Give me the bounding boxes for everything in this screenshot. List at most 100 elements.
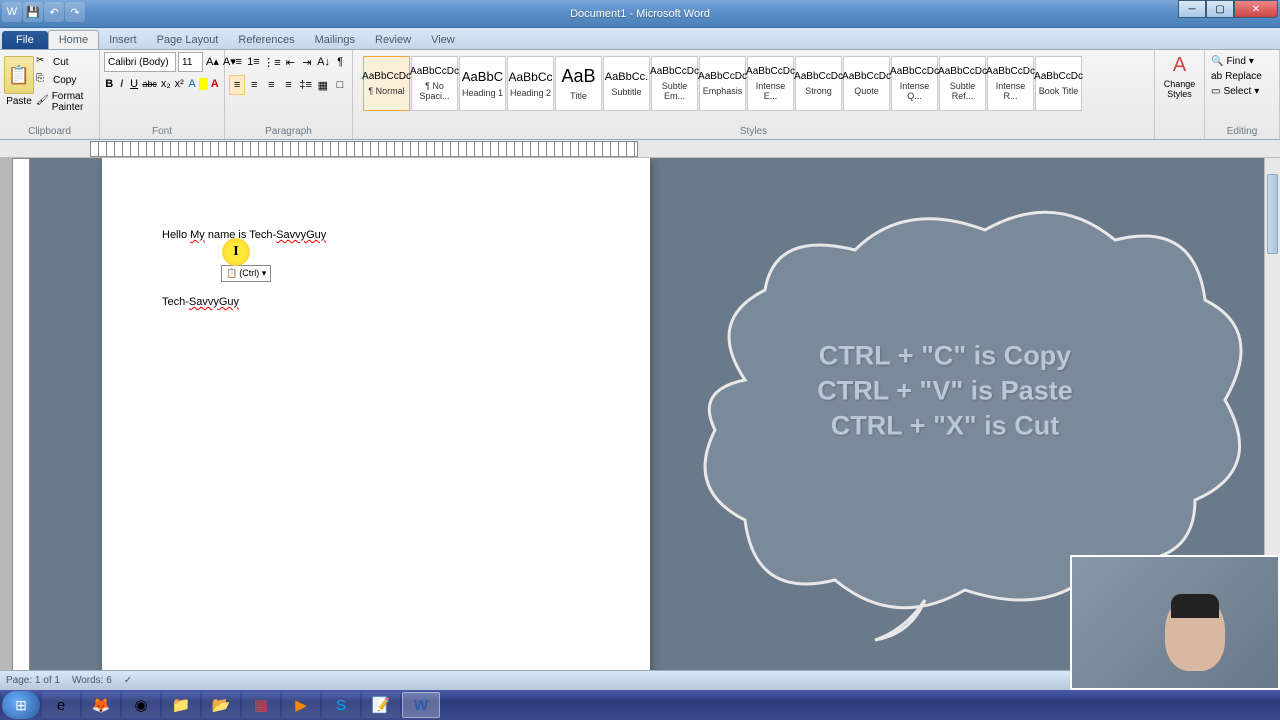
paste-button[interactable]: 📋 Paste (4, 52, 34, 137)
close-button[interactable]: ✕ (1234, 0, 1278, 18)
paste-options-button[interactable]: 📋 (Ctrl) ▾ (221, 265, 271, 282)
change-styles-icon: A (1173, 54, 1186, 77)
change-styles-group[interactable]: A Change Styles (1155, 50, 1205, 139)
cut-button[interactable]: ✂Cut (34, 54, 95, 70)
grow-font-button[interactable]: A▴ (205, 52, 220, 70)
numbering-button[interactable]: 1≡ (246, 52, 262, 72)
style-intense-e---[interactable]: AaBbCcDcIntense E... (747, 56, 794, 111)
change-styles-label: Change Styles (1159, 79, 1200, 99)
align-left-button[interactable]: ≡ (229, 75, 245, 95)
maximize-button[interactable]: ▢ (1206, 0, 1234, 18)
justify-button[interactable]: ≡ (280, 75, 296, 95)
style-preview: AaBbCcDc (650, 66, 699, 77)
superscript-button[interactable]: x² (174, 75, 185, 93)
undo-button[interactable]: ↶ (44, 2, 64, 22)
proofing-icon[interactable]: ✓ (124, 675, 132, 686)
style-heading-1[interactable]: AaBbCHeading 1 (459, 56, 506, 111)
styles-group-label: Styles (353, 126, 1154, 137)
find-button[interactable]: 🔍Find ▾ (1209, 54, 1275, 69)
view-tab[interactable]: View (421, 31, 465, 49)
text-effects-button[interactable]: A (187, 75, 197, 93)
references-tab[interactable]: References (228, 31, 304, 49)
skype-icon[interactable]: S (322, 692, 360, 718)
firefox-icon[interactable]: 🦊 (82, 692, 120, 718)
decrease-indent-button[interactable]: ⇤ (283, 52, 299, 72)
style-heading-2[interactable]: AaBbCcHeading 2 (507, 56, 554, 111)
style-intense-r---[interactable]: AaBbCcDcIntense R... (987, 56, 1034, 111)
style-strong[interactable]: AaBbCcDcStrong (795, 56, 842, 111)
select-icon: ▭ (1211, 86, 1220, 97)
strike-button[interactable]: abc (141, 75, 158, 93)
scroll-thumb[interactable] (1267, 174, 1278, 254)
text-spell-error: My (190, 229, 205, 241)
align-right-button[interactable]: ≡ (263, 75, 279, 95)
select-button[interactable]: ▭Select ▾ (1209, 84, 1275, 99)
bold-button[interactable]: B (104, 75, 114, 93)
format-painter-button[interactable]: 🖌Format Painter (34, 90, 95, 114)
word-count[interactable]: Words: 6 (72, 675, 112, 686)
page-indicator[interactable]: Page: 1 of 1 (6, 675, 60, 686)
webcam-overlay (1070, 555, 1280, 690)
word-icon[interactable]: W (2, 2, 22, 22)
style-preview: AaBbCcDc (842, 71, 891, 82)
clipboard-icon: 📋 (226, 268, 237, 279)
style-preview: AaBbCcDc (1034, 71, 1083, 82)
increase-indent-button[interactable]: ⇥ (299, 52, 315, 72)
italic-button[interactable]: I (116, 75, 126, 93)
vertical-ruler[interactable] (12, 158, 30, 684)
highlight-button[interactable] (199, 78, 207, 90)
media-icon[interactable]: ▶ (282, 692, 320, 718)
style-subtle-ref---[interactable]: AaBbCcDcSubtle Ref... (939, 56, 986, 111)
sort-button[interactable]: A↓ (316, 52, 332, 72)
show-marks-button[interactable]: ¶ (332, 52, 348, 72)
folder-icon[interactable]: 📂 (202, 692, 240, 718)
mailings-tab[interactable]: Mailings (305, 31, 365, 49)
style-subtitle[interactable]: AaBbCc.Subtitle (603, 56, 650, 111)
review-tab[interactable]: Review (365, 31, 421, 49)
line-spacing-button[interactable]: ‡≡ (298, 75, 314, 95)
save-button[interactable]: 💾 (23, 2, 43, 22)
redo-button[interactable]: ↷ (65, 2, 85, 22)
font-size-select[interactable] (178, 52, 203, 72)
find-icon: 🔍 (1211, 56, 1223, 67)
style-preview: AaBbCcDc (794, 71, 843, 82)
style-subtle-em---[interactable]: AaBbCcDcSubtle Em... (651, 56, 698, 111)
underline-button[interactable]: U (129, 75, 139, 93)
horizontal-ruler[interactable] (90, 141, 638, 157)
start-button[interactable]: ⊞ (2, 691, 40, 719)
subscript-button[interactable]: x₂ (160, 75, 172, 93)
style-name: Subtitle (611, 87, 641, 97)
style-name: Intense R... (988, 81, 1033, 101)
style---no-spaci---[interactable]: AaBbCcDc¶ No Spaci... (411, 56, 458, 111)
style-emphasis[interactable]: AaBbCcDcEmphasis (699, 56, 746, 111)
doc-line-2[interactable]: Tech-SavvyGuy (162, 295, 590, 308)
app-icon-2[interactable]: 📝 (362, 692, 400, 718)
replace-button[interactable]: abReplace (1209, 69, 1275, 84)
font-family-select[interactable] (104, 52, 176, 72)
style-book-title[interactable]: AaBbCcDcBook Title (1035, 56, 1082, 111)
home-tab[interactable]: Home (48, 30, 99, 49)
style-quote[interactable]: AaBbCcDcQuote (843, 56, 890, 111)
shading-button[interactable]: ▦ (315, 75, 331, 95)
bullets-button[interactable]: •≡ (229, 52, 245, 72)
style---normal[interactable]: AaBbCcDc¶ Normal (363, 56, 410, 111)
document-page[interactable]: Hello My name is Tech-SavvyGuy Tech-Savv… (102, 158, 650, 684)
explorer-icon[interactable]: 📁 (162, 692, 200, 718)
page-layout-tab[interactable]: Page Layout (147, 31, 229, 49)
style-intense-q---[interactable]: AaBbCcDcIntense Q... (891, 56, 938, 111)
insert-tab[interactable]: Insert (99, 31, 147, 49)
copy-button[interactable]: ⎘Copy (34, 72, 95, 88)
align-center-button[interactable]: ≡ (246, 75, 262, 95)
chrome-icon[interactable]: ◉ (122, 692, 160, 718)
app-icon-1[interactable]: ▦ (242, 692, 280, 718)
font-color-button[interactable]: A (210, 75, 220, 93)
file-tab[interactable]: File (2, 31, 48, 49)
find-label: Find (1226, 56, 1245, 67)
word-taskbar-icon[interactable]: W (402, 692, 440, 718)
multilevel-button[interactable]: ⋮≡ (262, 52, 281, 72)
style-title[interactable]: AaBTitle (555, 56, 602, 111)
minimize-button[interactable]: ─ (1178, 0, 1206, 18)
ie-icon[interactable]: e (42, 692, 80, 718)
doc-line-1[interactable]: Hello My name is Tech-SavvyGuy (162, 228, 590, 241)
borders-button[interactable]: □ (332, 75, 348, 95)
